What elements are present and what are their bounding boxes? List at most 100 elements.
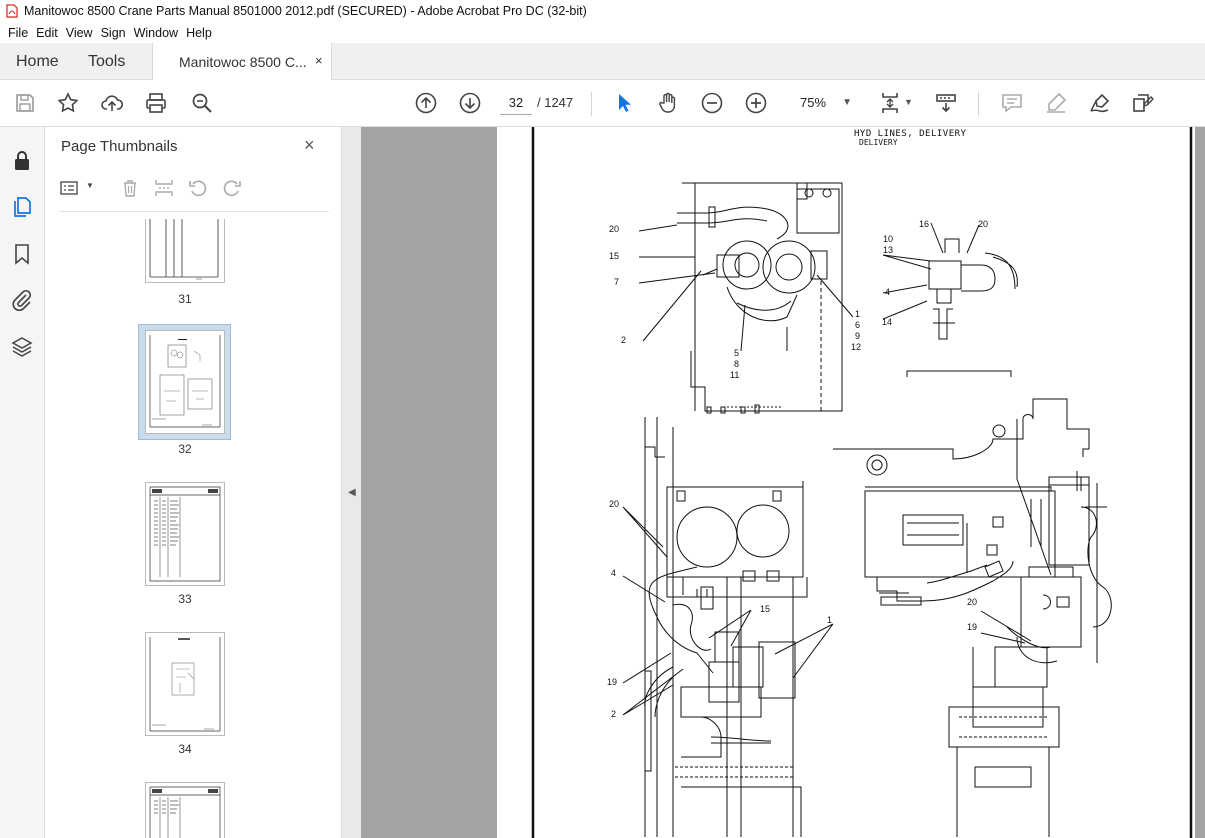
callout-label: 4 xyxy=(611,568,617,578)
next-page-icon[interactable] xyxy=(458,91,482,115)
acrobat-logo-icon xyxy=(6,4,18,18)
menu-view[interactable]: View xyxy=(62,26,97,40)
callout-label: 1 xyxy=(855,309,861,319)
callout-label: 12 xyxy=(851,342,862,352)
callout-label: 10 xyxy=(883,234,894,244)
select-cursor-icon[interactable] xyxy=(612,91,636,115)
upload-cloud-icon[interactable] xyxy=(100,91,124,115)
left-rail xyxy=(0,127,45,838)
thumbnail-page-31[interactable] xyxy=(145,219,225,283)
chevron-down-icon[interactable]: ▼ xyxy=(904,97,913,107)
lock-icon[interactable] xyxy=(10,149,34,173)
panel-divider xyxy=(59,211,329,212)
thumbnail-list: 31 ▬▬▬ 32 33 34 xyxy=(45,219,320,838)
insert-pages-icon[interactable] xyxy=(153,177,175,199)
page-fit-icon[interactable] xyxy=(878,91,902,115)
callout-label: 11 xyxy=(730,370,740,380)
previous-page-icon[interactable] xyxy=(414,91,438,115)
rotate-counterclockwise-icon[interactable] xyxy=(187,177,209,199)
callout-label: 19 xyxy=(967,622,978,632)
tab-home[interactable]: Home xyxy=(16,53,59,71)
panel-title: Page Thumbnails xyxy=(61,138,178,155)
paperclip-icon[interactable] xyxy=(10,288,34,312)
tab-tools[interactable]: Tools xyxy=(88,53,125,71)
callout-label: 2 xyxy=(611,709,617,719)
callout-label: 6 xyxy=(855,320,861,330)
page-thumbnails-icon[interactable] xyxy=(10,195,34,219)
callout-label: 8 xyxy=(734,359,740,369)
tab-close-button[interactable]: × xyxy=(315,53,323,68)
thumbnail-label: 34 xyxy=(178,742,192,756)
highlight-pen-icon[interactable] xyxy=(1044,91,1068,115)
zoom-out-icon[interactable] xyxy=(700,91,724,115)
callout-label: 20 xyxy=(967,597,978,607)
callout-label: 15 xyxy=(609,251,620,261)
bookmark-star-icon[interactable] xyxy=(56,91,80,115)
zoom-level-value: 75% xyxy=(800,95,827,110)
page-thumbnails-panel: Page Thumbnails × ▼ 31 ▬▬▬ 32 33 34 xyxy=(45,127,380,838)
options-menu-icon[interactable] xyxy=(59,177,81,199)
document-view[interactable]: HYD LINES, DELIVERY DELIVERY 20 15 7 2 5… xyxy=(361,127,1205,838)
callout-label: 20 xyxy=(609,499,620,509)
tab-bar: Home Tools Manitowoc 8500 C... × xyxy=(0,43,1205,80)
toolbar-divider xyxy=(978,92,979,116)
search-zoom-icon[interactable] xyxy=(190,91,214,115)
menu-edit[interactable]: Edit xyxy=(32,26,62,40)
menu-sign[interactable]: Sign xyxy=(97,26,130,40)
save-icon[interactable] xyxy=(13,91,37,115)
page-total-label: / 1247 xyxy=(537,95,574,110)
trash-icon[interactable] xyxy=(119,177,141,199)
redact-edit-icon[interactable] xyxy=(1131,91,1155,115)
hydraulic-lines-drawing xyxy=(531,127,1193,838)
callout-label: 16 xyxy=(919,219,930,229)
tab-document-label: Manitowoc 8500 C... xyxy=(179,54,307,70)
callout-label: 20 xyxy=(609,224,620,234)
callout-label: 14 xyxy=(882,317,893,327)
callout-label: 19 xyxy=(607,677,618,687)
panel-splitter[interactable]: ◀ xyxy=(341,127,361,838)
menu-window[interactable]: Window xyxy=(130,26,182,40)
window-title: Manitowoc 8500 Crane Parts Manual 850100… xyxy=(24,4,587,18)
toolbar-divider xyxy=(591,92,592,116)
menu-file[interactable]: File xyxy=(4,26,32,40)
callout-label: 7 xyxy=(614,277,620,287)
rotate-clockwise-icon[interactable] xyxy=(221,177,243,199)
panel-tools: ▼ xyxy=(59,177,329,203)
callout-label: 5 xyxy=(734,348,740,358)
page-number-input[interactable]: 32 xyxy=(500,91,532,115)
callout-label: 13 xyxy=(883,245,894,255)
thumbnail-page-32[interactable]: ▬▬▬ xyxy=(145,330,225,434)
chevron-down-icon: ▼ xyxy=(842,97,852,108)
callout-label: 2 xyxy=(621,335,627,345)
callout-label: 9 xyxy=(855,331,861,341)
thumbnail-page-33[interactable] xyxy=(145,482,225,586)
panel-close-button[interactable]: × xyxy=(304,135,315,156)
title-bar: Manitowoc 8500 Crane Parts Manual 850100… xyxy=(0,0,1205,22)
thumbnail-label: 31 xyxy=(178,292,192,306)
chevron-down-icon[interactable]: ▼ xyxy=(86,181,94,190)
menu-bar: File Edit View Sign Window Help xyxy=(0,22,1205,43)
callout-label: 20 xyxy=(978,219,989,229)
comment-icon[interactable] xyxy=(1000,91,1024,115)
thumbnail-label: 32 xyxy=(178,442,192,456)
pdf-page: HYD LINES, DELIVERY DELIVERY 20 15 7 2 5… xyxy=(497,127,1195,838)
layers-icon[interactable] xyxy=(10,335,34,359)
print-icon[interactable] xyxy=(144,91,168,115)
sign-pen-icon[interactable] xyxy=(1088,91,1112,115)
hand-tool-icon[interactable] xyxy=(656,91,680,115)
scroll-mode-icon[interactable] xyxy=(934,91,958,115)
collapse-panel-icon[interactable]: ◀ xyxy=(348,487,356,498)
toolbar: 32 / 1247 75% ▼ ▼ xyxy=(0,80,1205,127)
thumbnail-label: 33 xyxy=(178,592,192,606)
thumbnail-page-35[interactable] xyxy=(145,782,225,838)
zoom-in-icon[interactable] xyxy=(744,91,768,115)
tab-document[interactable]: Manitowoc 8500 C... × xyxy=(152,43,332,80)
zoom-level-select[interactable]: 75% ▼ xyxy=(788,91,858,115)
menu-help[interactable]: Help xyxy=(182,26,216,40)
thumbnail-page-34[interactable] xyxy=(145,632,225,736)
bookmark-icon[interactable] xyxy=(10,242,34,266)
callout-label: 1 xyxy=(827,615,833,625)
callout-label: 4 xyxy=(885,287,891,297)
svg-text:▬▬▬: ▬▬▬ xyxy=(178,337,187,341)
callout-label: 15 xyxy=(760,604,771,614)
